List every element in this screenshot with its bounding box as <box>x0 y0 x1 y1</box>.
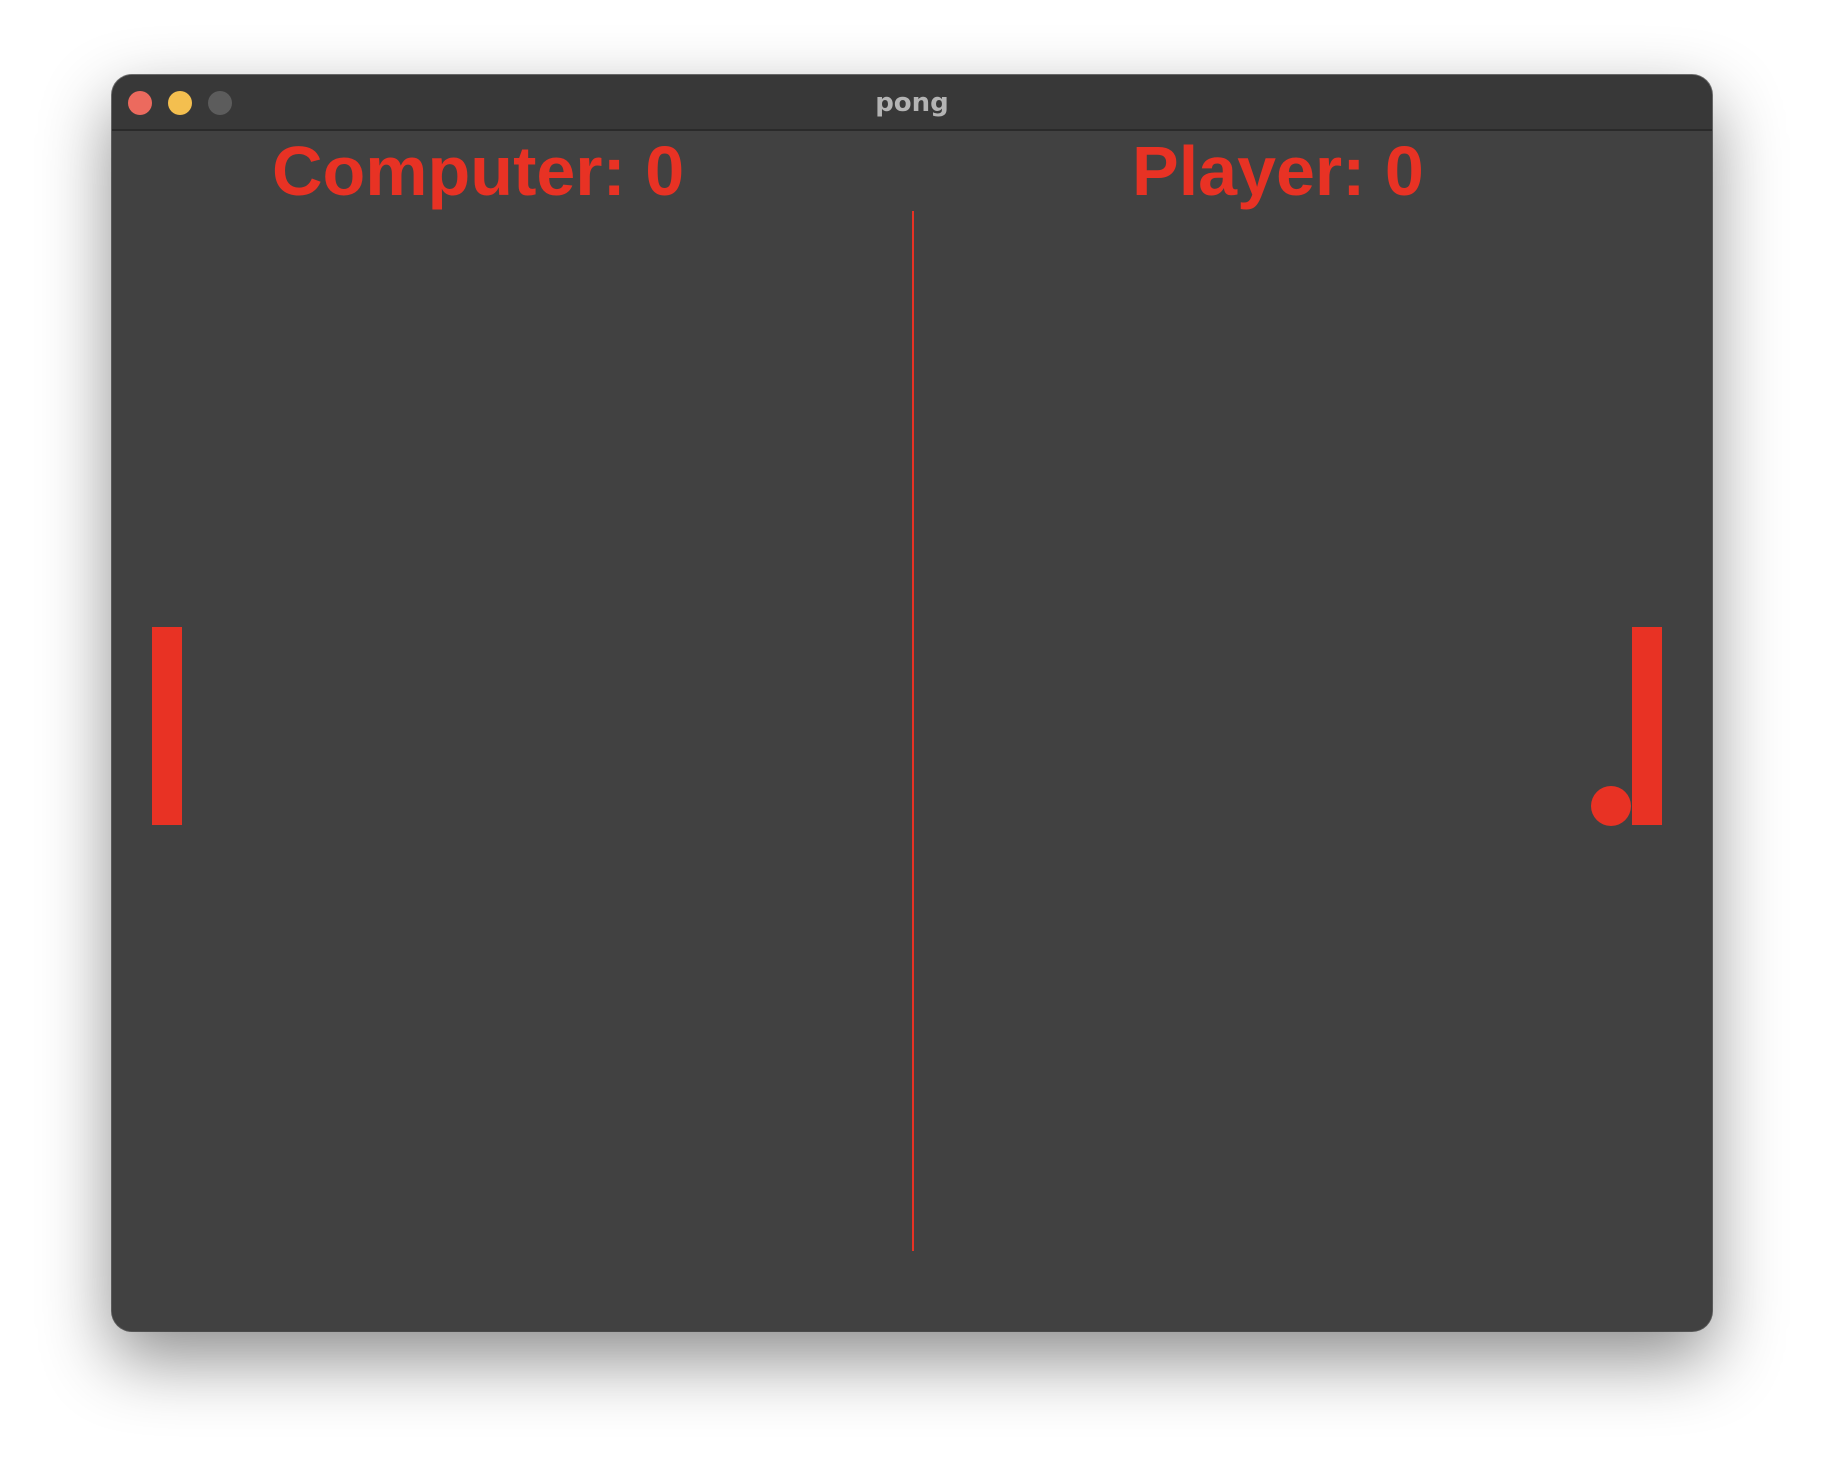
pong-window: pong Computer: 0 Player: 0 <box>112 75 1712 1331</box>
player-score: Player: 0 <box>1132 132 1424 210</box>
game-canvas[interactable]: Computer: 0 Player: 0 <box>112 131 1712 1331</box>
title-bar[interactable]: pong <box>112 75 1712 131</box>
ball <box>1591 786 1631 826</box>
player-paddle[interactable] <box>1632 627 1662 825</box>
computer-score: Computer: 0 <box>272 132 685 210</box>
window-title: pong <box>875 88 949 118</box>
computer-paddle <box>152 627 182 825</box>
center-net-line <box>912 211 914 1251</box>
